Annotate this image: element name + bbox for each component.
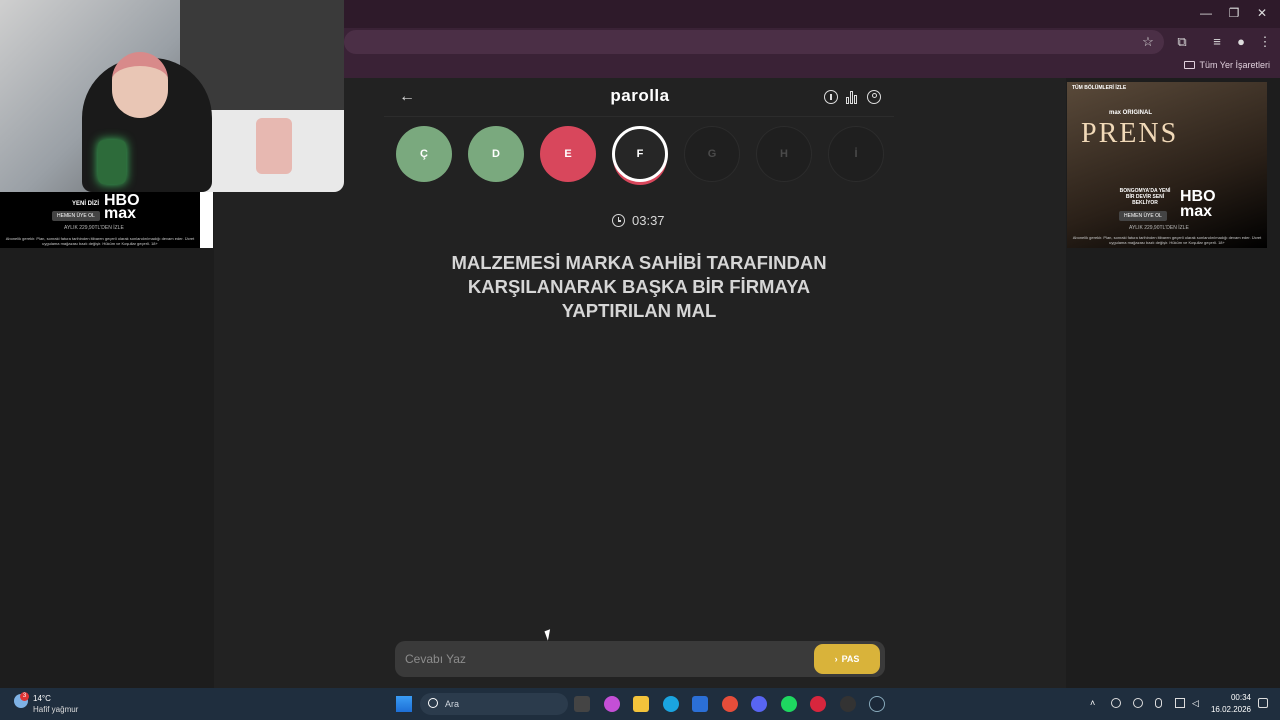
microphone-icon[interactable] <box>1155 698 1162 708</box>
notifications-icon[interactable] <box>1258 698 1268 708</box>
profile-icon[interactable]: ● <box>1232 34 1250 49</box>
address-bar[interactable] <box>344 30 1164 54</box>
star-icon[interactable]: ☆ <box>1139 34 1157 50</box>
ad-price: AYLIK 229,90TL'DEN İZLE <box>64 225 124 231</box>
pass-button[interactable]: › PAS <box>814 644 880 674</box>
weather-description[interactable]: Hafif yağmur <box>33 705 78 714</box>
app-icon-red[interactable] <box>810 696 826 712</box>
letter-g: G <box>684 126 740 182</box>
user-icon[interactable] <box>867 90 881 104</box>
ad-tag: YENİ DİZİ <box>72 201 100 207</box>
search-icon <box>428 698 438 708</box>
letter-f-active: F <box>612 126 668 182</box>
ad-top-text: TÜM BÖLÜMLERİ İZLE <box>1072 85 1127 91</box>
task-view-icon[interactable] <box>574 696 590 712</box>
letter-i-dotted: İ <box>828 126 884 182</box>
steam-icon[interactable] <box>869 696 885 712</box>
left-ad-banner[interactable]: YENİ DİZİ HBO max HEMEN ÜYE OL AYLIK 229… <box>0 192 213 248</box>
weather-badge: 3 <box>20 692 29 701</box>
letter-h: H <box>756 126 812 182</box>
menu-icon[interactable]: ⋮ <box>1256 34 1274 50</box>
clock-time[interactable]: 00:34 <box>1211 693 1251 702</box>
ad-badge: max ORIGINAL <box>1109 110 1153 116</box>
ad-title: PRENS <box>1081 118 1179 149</box>
app-title: parolla <box>610 86 670 105</box>
sync-icon[interactable] <box>1111 698 1121 708</box>
all-bookmarks-button[interactable]: Tüm Yer İşaretleri <box>1184 60 1270 70</box>
weather-temp[interactable]: 14°C <box>33 694 51 703</box>
stats-icon[interactable] <box>846 90 860 104</box>
minimize-button[interactable]: — <box>1196 6 1216 20</box>
ad-strip <box>200 192 213 248</box>
ad-fine-print: Abonelik gerekir. Plan, sonraki fatura t… <box>5 236 195 246</box>
ad-cta-button[interactable]: HEMEN ÜYE OL <box>52 211 100 221</box>
maximize-button[interactable]: ❐ <box>1224 6 1244 20</box>
question-text: MALZEMESİ MARKA SAHİBİ TARAFINDAN KARŞIL… <box>451 252 827 321</box>
ad-tagline: BONGOMYA'DA YENİ BİR DEVİR SENİ BEKLİYOR <box>1119 188 1171 206</box>
answer-input[interactable] <box>405 649 795 669</box>
pass-label: PAS <box>841 654 860 664</box>
tumbler-cup <box>256 118 292 174</box>
header-divider <box>384 116 894 117</box>
discord-icon[interactable] <box>751 696 767 712</box>
ad-brand-max: max <box>104 205 137 222</box>
clock-icon <box>612 214 625 227</box>
obs-icon[interactable] <box>840 696 856 712</box>
windows-start-icon[interactable] <box>396 696 412 712</box>
letter-d: D <box>468 126 524 182</box>
webcam-overlay <box>0 0 344 192</box>
taskbar-search[interactable] <box>420 693 568 715</box>
store-icon[interactable] <box>692 696 708 712</box>
timer: 03:37 <box>612 213 665 228</box>
taskbar-search-label: Ara <box>445 699 460 709</box>
spotify-icon[interactable] <box>781 696 797 712</box>
letter-e: E <box>540 126 596 182</box>
ad-price: AYLIK 229,90TL'DEN İZLE <box>1129 225 1189 231</box>
back-arrow-icon[interactable]: ← <box>398 88 416 106</box>
chevron-up-icon[interactable]: ˄ <box>1090 698 1100 708</box>
volume-icon[interactable]: ◁ <box>1192 698 1202 708</box>
answer-bar <box>395 641 885 677</box>
folder-icon <box>1184 61 1196 69</box>
ad-brand-max: max <box>1180 203 1213 220</box>
info-icon[interactable] <box>824 90 838 104</box>
all-bookmarks-label: Tüm Yer İşaretleri <box>1199 60 1270 70</box>
network-icon[interactable] <box>1175 698 1185 708</box>
extensions-icon[interactable]: ⧉ <box>1173 34 1191 50</box>
timer-value: 03:37 <box>632 213 665 228</box>
ad-brand-hbo: HBO <box>1180 188 1216 205</box>
copilot-icon[interactable] <box>604 696 620 712</box>
cloud-icon[interactable] <box>1133 698 1143 708</box>
close-button[interactable]: ✕ <box>1252 6 1272 20</box>
letter-c-cedilla: Ç <box>396 126 452 182</box>
edge-icon[interactable] <box>663 696 679 712</box>
ad-cta-button[interactable]: HEMEN ÜYE OL <box>1119 211 1167 221</box>
right-ad-banner[interactable]: TÜM BÖLÜMLERİ İZLE max ORIGINAL PRENS BO… <box>1067 82 1267 248</box>
chrome-icon[interactable] <box>722 696 738 712</box>
ad-fine-print: Abonelik gerekir. Plan, sonraki fatura t… <box>1072 235 1262 245</box>
media-icon[interactable]: ≡ <box>1208 34 1226 49</box>
microphone <box>98 140 126 184</box>
clock-date[interactable]: 16.02.2026 <box>1205 705 1251 714</box>
file-explorer-icon[interactable] <box>633 696 649 712</box>
chevron-right-icon: › <box>834 654 838 664</box>
